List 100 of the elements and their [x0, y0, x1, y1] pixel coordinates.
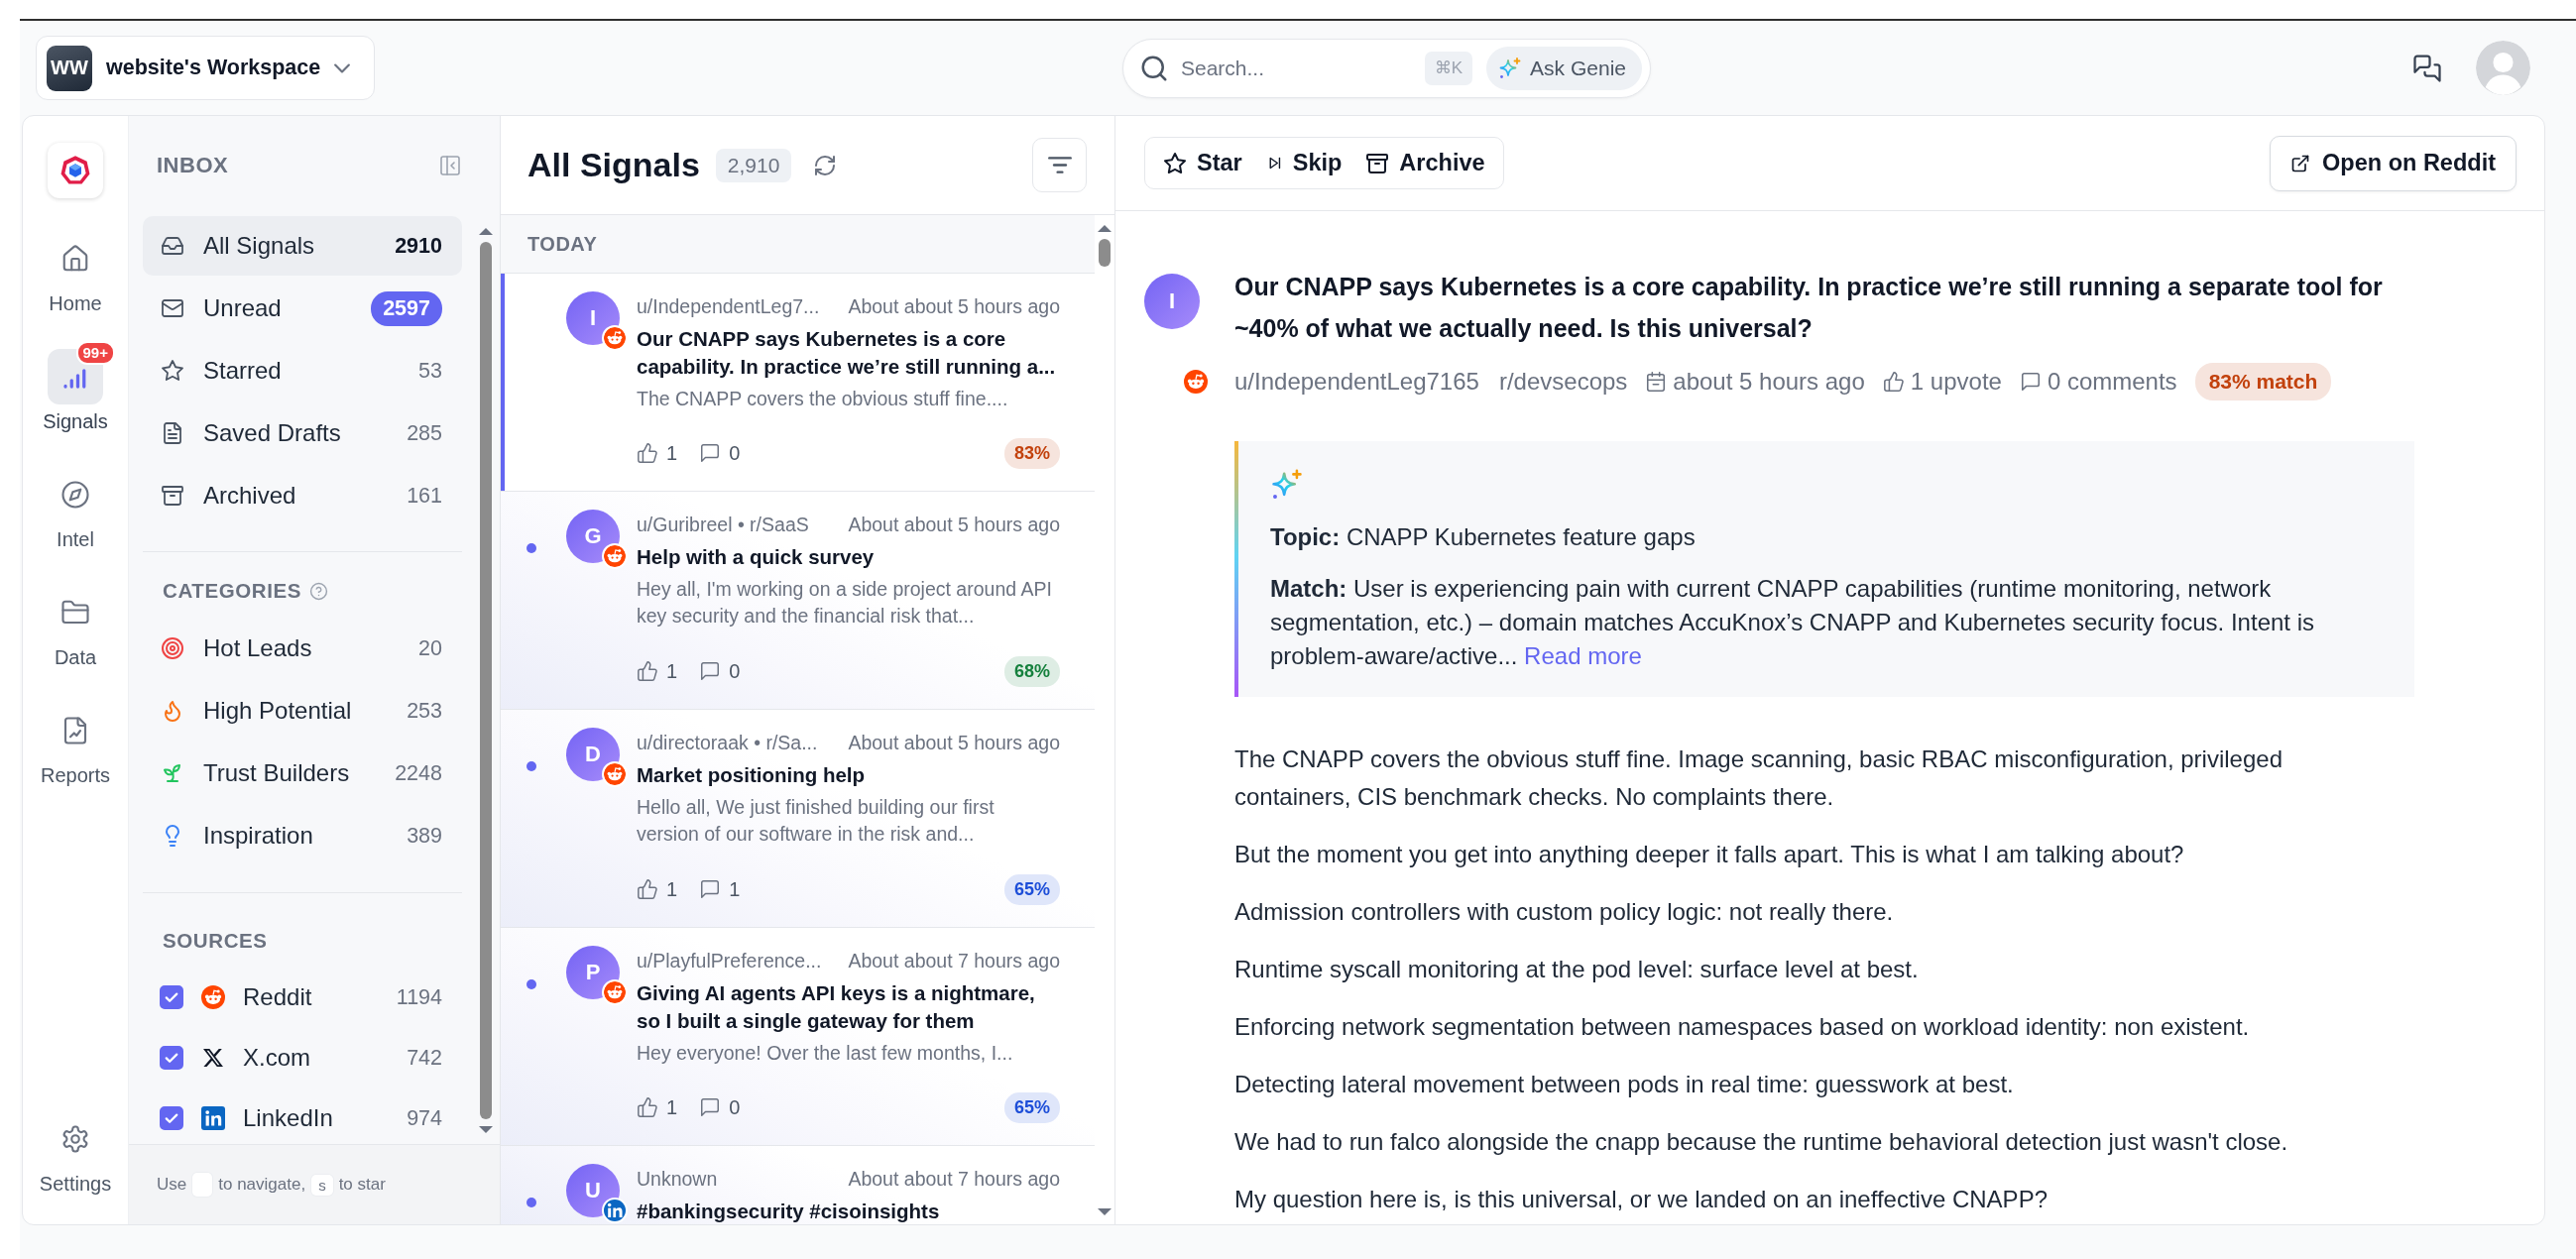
reddit-icon [201, 985, 225, 1009]
post-paragraph: Detecting lateral movement between pods in real time: guesswork at best. [1234, 1070, 2015, 1099]
category-item[interactable]: Hot Leads 20 [143, 619, 462, 678]
read-more-link[interactable]: Read more [1524, 642, 1642, 669]
item-count: 253 [407, 698, 442, 724]
checkbox[interactable] [160, 985, 183, 1009]
scroll-up-arrow-icon[interactable] [479, 227, 493, 236]
scrollbar-thumb[interactable] [1099, 239, 1111, 267]
action-button[interactable]: Archive [1355, 142, 1495, 184]
match-score: 65% [1003, 873, 1060, 905]
comment-count: 1 [729, 877, 741, 901]
chat-icon[interactable] [2412, 53, 2442, 83]
keyboard-key: s [311, 1174, 333, 1196]
reddit-icon [604, 327, 626, 349]
linkedin-icon [604, 1200, 626, 1221]
open-external-button[interactable]: Open on Reddit [2270, 135, 2517, 191]
folder-item[interactable]: Starred 53 [143, 341, 462, 401]
nav-item[interactable]: Reports [27, 695, 124, 786]
item-count: 1194 [396, 984, 442, 1010]
community-name[interactable]: r/devsecops [1498, 368, 1628, 396]
envelope-icon [161, 296, 184, 320]
match-score: 83% [1003, 437, 1060, 469]
thumbs-up-icon [1882, 371, 1905, 393]
sparkle-icon [1498, 56, 1523, 80]
signal-item[interactable]: I u/IndependentLeg7... About about 5 hours ago Our CNAPP says Kubernetes is a core capability. In practice we’re still running a... The CNAPP covers the obvious stuff fine.... 1 0 83% [501, 274, 1095, 492]
hint-text: to navigate, [218, 1175, 306, 1195]
author-name: u/Guribreel • r/SaaS [637, 514, 809, 535]
comment-icon [2019, 371, 2042, 393]
filter-button[interactable] [1032, 138, 1087, 192]
nav-item[interactable]: 99+ Signals [29, 341, 122, 432]
scroll-down-arrow-icon[interactable] [1098, 1207, 1112, 1216]
thumbs-up-icon [637, 1096, 658, 1118]
match-score: 68% [1003, 655, 1060, 687]
refresh-icon[interactable] [813, 153, 838, 177]
list-title: All Signals [527, 146, 700, 184]
workspace-logo: WW [47, 45, 92, 91]
avatar: D [566, 728, 620, 781]
post-time: about 5 hours ago [1673, 368, 1865, 396]
scroll-down-arrow-icon[interactable] [479, 1125, 493, 1134]
signal-item[interactable]: G u/Guribreel • r/SaaS About about 5 hours ago Help with a quick survey Hey all, I'm working on a side project around API key security and the financial risk that... 1 0 68% [501, 492, 1095, 710]
nav-item[interactable]: Home [34, 223, 117, 314]
logo-icon[interactable] [48, 143, 103, 198]
settings-icon [60, 1124, 90, 1154]
timestamp: About about 5 hours ago [848, 514, 1060, 535]
comment-icon [699, 1096, 722, 1118]
star-icon [161, 359, 184, 383]
reddit-icon [604, 981, 626, 1003]
action-button[interactable]: Skip [1255, 142, 1352, 184]
post-paragraph: Runtime syscall monitoring at the pod level: surface level at best. [1234, 955, 1920, 984]
signal-title: Market positioning help [637, 762, 867, 788]
post-paragraph: My question here is, is this universal, or we landed on an ineffective CNAPP? [1234, 1185, 2049, 1214]
folder-item[interactable]: All Signals 2910 [143, 216, 462, 276]
comment-count: 0 comments [2047, 368, 2177, 396]
signal-title: #bankingsecurity #cisoinsights [637, 1199, 941, 1224]
scrollbar-thumb[interactable] [480, 242, 492, 1119]
item-count: 389 [407, 823, 442, 849]
post-paragraph: Admission controllers with custom policy logic: not really there. [1234, 897, 1895, 927]
total-count: 2,910 [715, 148, 792, 182]
checkbox[interactable] [160, 1046, 183, 1070]
star-icon [1163, 151, 1187, 175]
category-item[interactable]: Trust Builders 2248 [143, 744, 462, 803]
category-item[interactable]: Inspiration 389 [143, 806, 462, 865]
notification-badge: 99+ [75, 341, 115, 365]
folder-item[interactable]: Saved Drafts 285 [143, 403, 462, 463]
workspace-switcher[interactable]: WW website's Workspace [36, 36, 375, 100]
timestamp: About about 7 hours ago [848, 950, 1060, 972]
item-count: 2248 [395, 760, 442, 786]
signal-snippet: Hey all, I'm working on a side project around API key security and the financial risk that... [637, 577, 1053, 629]
comment-icon [699, 878, 722, 900]
folder-item[interactable]: Unread 2597 [143, 279, 462, 338]
post-paragraph: The CNAPP covers the obvious stuff fine. Image scanning, basic RBAC misconfiguration, privileged containers, CIS benchmark checks. No complaints there. [1234, 744, 2283, 812]
action-button[interactable]: Star [1153, 142, 1252, 184]
folder-item[interactable]: Archived 161 [143, 466, 462, 525]
signal-title: Help with a quick survey [637, 544, 876, 570]
target-icon [161, 636, 184, 660]
upvote-count: 1 [666, 1095, 678, 1119]
author-name: u/directoraak • r/Sa... [637, 732, 818, 753]
category-item[interactable]: High Potential 253 [143, 681, 462, 741]
calendar-icon [1645, 371, 1668, 393]
avatar: P [566, 946, 620, 999]
author-name[interactable]: u/IndependentLeg7165 [1234, 368, 1479, 396]
nav-item[interactable]: Data [34, 577, 117, 668]
nav-item[interactable]: Settings [25, 1103, 126, 1195]
checkbox[interactable] [160, 1106, 183, 1130]
item-count: 285 [407, 420, 442, 446]
comment-count: 0 [729, 1095, 741, 1119]
signal-item[interactable]: D u/directoraak • r/Sa... About about 5 hours ago Market positioning help Hello all, We just finished building our first version of our software in the risk and... 1 1 65% [501, 710, 1095, 928]
reddit-icon [1184, 370, 1208, 394]
item-count: 742 [407, 1045, 442, 1071]
help-icon[interactable] [309, 581, 329, 601]
search-field[interactable]: Search... [1181, 53, 1379, 83]
post-paragraph: We had to run falco alongside the cnapp because the runtime behavioral detection just wasn't close. [1234, 1127, 2289, 1157]
scroll-up-arrow-icon[interactable] [1098, 224, 1112, 233]
unread-dot-icon [527, 761, 536, 771]
author-name: u/IndependentLeg7... [637, 295, 820, 317]
nav-item[interactable]: Intel [34, 459, 117, 550]
ask-genie-button[interactable]: Ask Genie [1486, 46, 1642, 90]
signal-item[interactable]: P u/PlayfulPreference... About about 7 hours ago Giving AI agents API keys is a nightmare, so I built a single gateway for them Hey everyone! Over the last few months, I... 1 0 65% [501, 928, 1095, 1146]
timestamp: About about 5 hours ago [848, 295, 1060, 317]
upvote-count: 1 upvote [1910, 368, 2002, 396]
